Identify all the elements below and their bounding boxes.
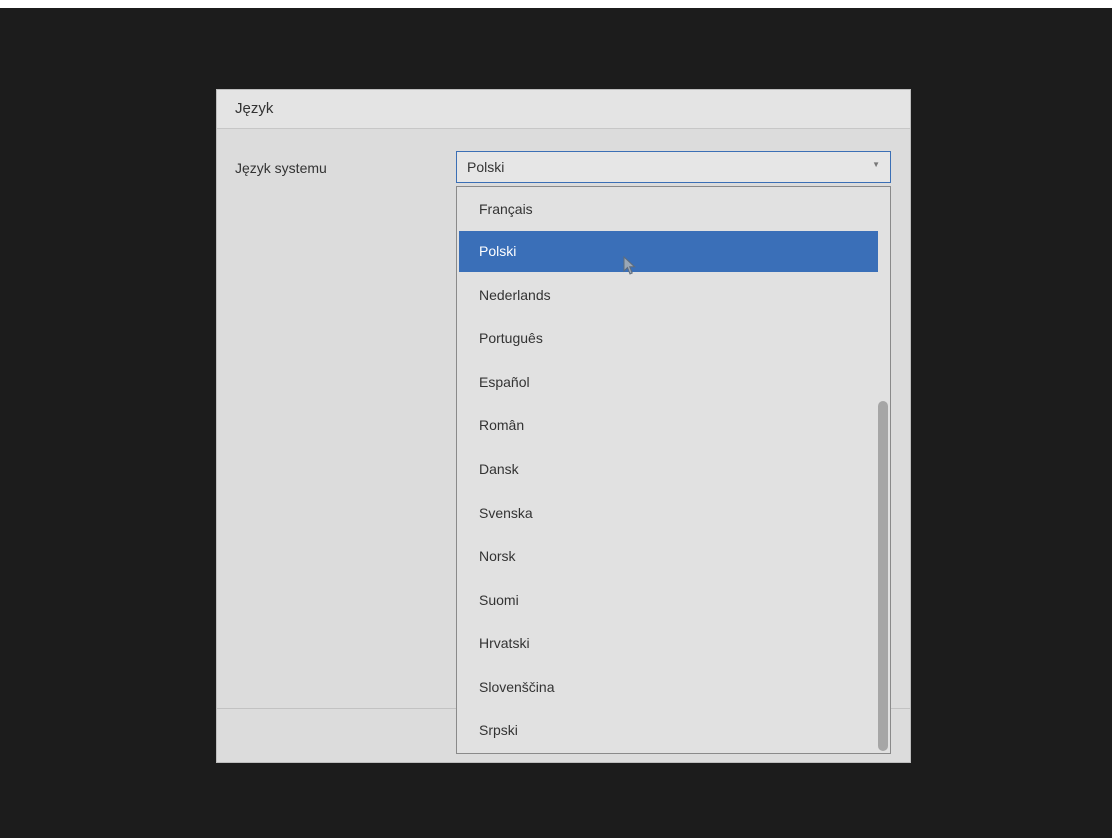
dialog-header: Język xyxy=(217,90,910,129)
option-norsk[interactable]: Norsk xyxy=(459,536,878,577)
system-language-select[interactable]: Polski ▼ xyxy=(456,151,891,183)
language-dropdown-list[interactable]: Français Polski Nederlands Português Esp… xyxy=(456,186,891,754)
top-strip xyxy=(0,0,1112,8)
option-espanol[interactable]: Español xyxy=(459,362,878,403)
option-slovenscina[interactable]: Slovenščina xyxy=(459,667,878,708)
option-svenska[interactable]: Svenska xyxy=(459,493,878,534)
option-portugues[interactable]: Português xyxy=(459,318,878,359)
dropdown-scrollbar-thumb[interactable] xyxy=(878,401,888,751)
screen: Język Język systemu Polski ▼ Français Po… xyxy=(0,0,1112,838)
option-francais[interactable]: Français xyxy=(459,189,878,230)
option-dansk[interactable]: Dansk xyxy=(459,449,878,490)
chevron-down-icon[interactable]: ▼ xyxy=(872,160,880,169)
option-roman[interactable]: Român xyxy=(459,405,878,446)
select-value: Polski xyxy=(467,159,505,175)
system-language-label: Język systemu xyxy=(235,160,327,176)
option-polski[interactable]: Polski xyxy=(459,231,878,272)
option-srpski[interactable]: Srpski xyxy=(459,710,878,751)
dialog-title: Język xyxy=(235,100,274,117)
option-hrvatski[interactable]: Hrvatski xyxy=(459,623,878,664)
option-nederlands[interactable]: Nederlands xyxy=(459,275,878,316)
mouse-pointer-icon xyxy=(623,256,636,275)
option-suomi[interactable]: Suomi xyxy=(459,580,878,621)
